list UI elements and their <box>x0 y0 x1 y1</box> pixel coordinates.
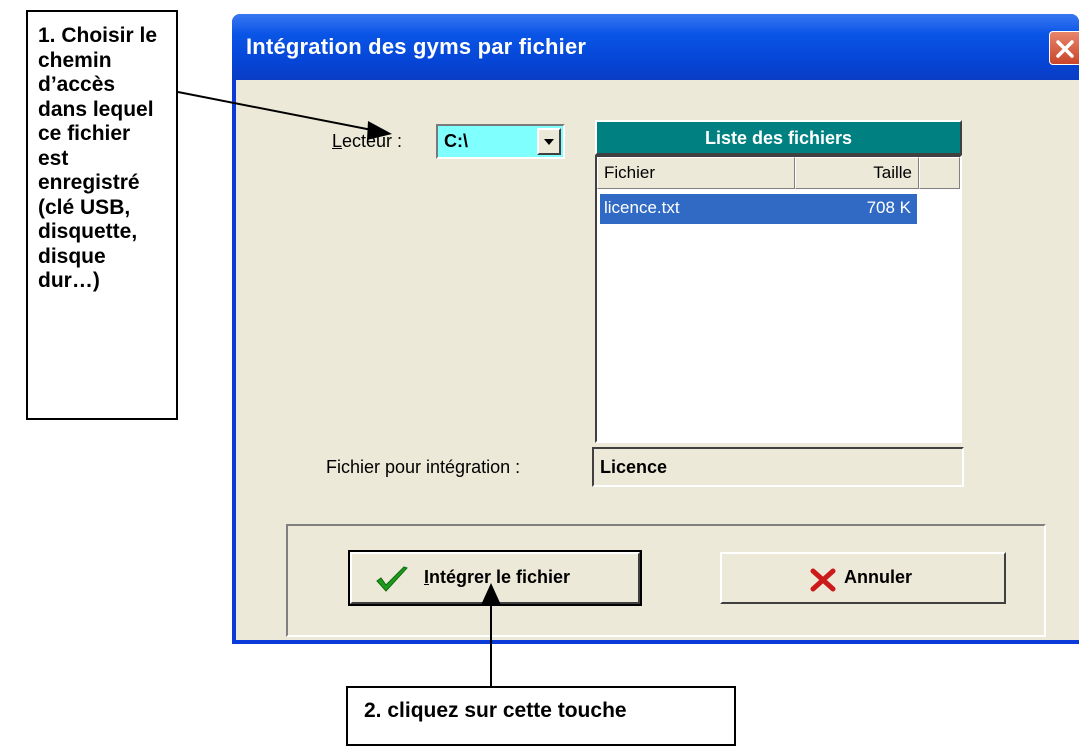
arrow-head-2 <box>481 583 501 605</box>
arrow-line-1 <box>177 91 373 131</box>
arrow-head-1 <box>367 121 392 140</box>
annotation-arrows <box>177 91 501 686</box>
